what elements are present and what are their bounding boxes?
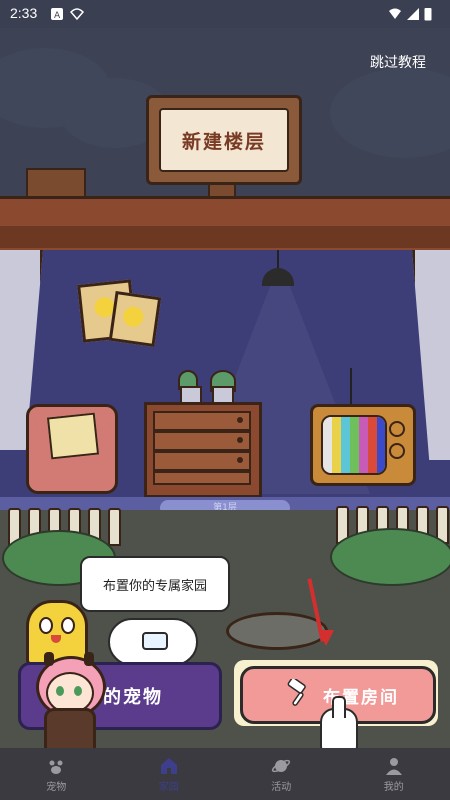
pet-eye — [39, 617, 53, 634]
hair-ornament — [44, 652, 54, 666]
speech-bubble-text: 布置你的专属家园 — [102, 578, 207, 594]
nav-item-home[interactable]: 家园 — [113, 748, 226, 800]
bathtub-icon — [142, 632, 168, 650]
nav-item-label: 我的 — [383, 781, 404, 793]
wifi-signal-icon — [389, 8, 401, 19]
photo-frame — [108, 291, 162, 347]
notification-icon: A — [51, 8, 63, 21]
nav-item-profile[interactable]: 我的 — [338, 748, 450, 800]
new-floor-sign-label: 新建楼层 — [159, 108, 289, 172]
paint-roller-icon — [287, 679, 306, 706]
tv-screen — [321, 415, 387, 475]
nav-item-pet[interactable]: 宠物 — [0, 748, 113, 800]
cell-signal-icon — [407, 8, 419, 20]
wifi-icon — [70, 8, 84, 21]
fence-post — [108, 508, 121, 546]
profile-icon — [385, 757, 402, 775]
drawer — [153, 451, 251, 471]
pet-icon — [49, 760, 63, 774]
status-time: 2:33 — [10, 5, 38, 21]
drawer — [153, 431, 251, 451]
skip-tutorial-button[interactable]: 跳过教程 — [370, 52, 426, 72]
tv-antenna — [350, 368, 398, 408]
nav-item-label: 活动 — [271, 781, 292, 793]
thought-cloud — [108, 618, 198, 666]
nav-item-label: 家园 — [158, 781, 179, 793]
lamp-cord — [277, 250, 279, 270]
home-icon — [160, 757, 177, 774]
svg-text:A: A — [54, 11, 61, 21]
television — [310, 404, 416, 486]
tv-knob — [389, 421, 405, 437]
armchair — [26, 404, 118, 494]
stepping-stone — [226, 612, 328, 650]
nav-item-label: 宠物 — [46, 781, 67, 793]
pet-eye — [61, 617, 75, 634]
tutorial-arrow-head — [318, 630, 334, 646]
nav-item-activity[interactable]: 活动 — [225, 748, 338, 800]
hair-ornament — [84, 652, 94, 666]
drawer — [153, 471, 251, 485]
character-eye — [74, 686, 82, 696]
battery-icon — [424, 8, 432, 21]
roof-shade — [0, 226, 450, 248]
pet-mouth — [51, 635, 61, 643]
planet-icon — [272, 759, 291, 772]
character-eye — [56, 686, 64, 696]
speech-bubble: 布置你的专属家园 — [80, 556, 230, 612]
status-bar: 2:33 A — [0, 0, 450, 28]
new-floor-sign[interactable]: 新建楼层 — [146, 95, 302, 185]
cushion — [46, 412, 100, 460]
bush — [330, 528, 450, 586]
tv-knob — [389, 443, 405, 459]
dresser — [144, 402, 262, 498]
drawer — [153, 411, 251, 431]
bottom-nav: 宠物 家园 活动 我的 — [0, 748, 450, 800]
